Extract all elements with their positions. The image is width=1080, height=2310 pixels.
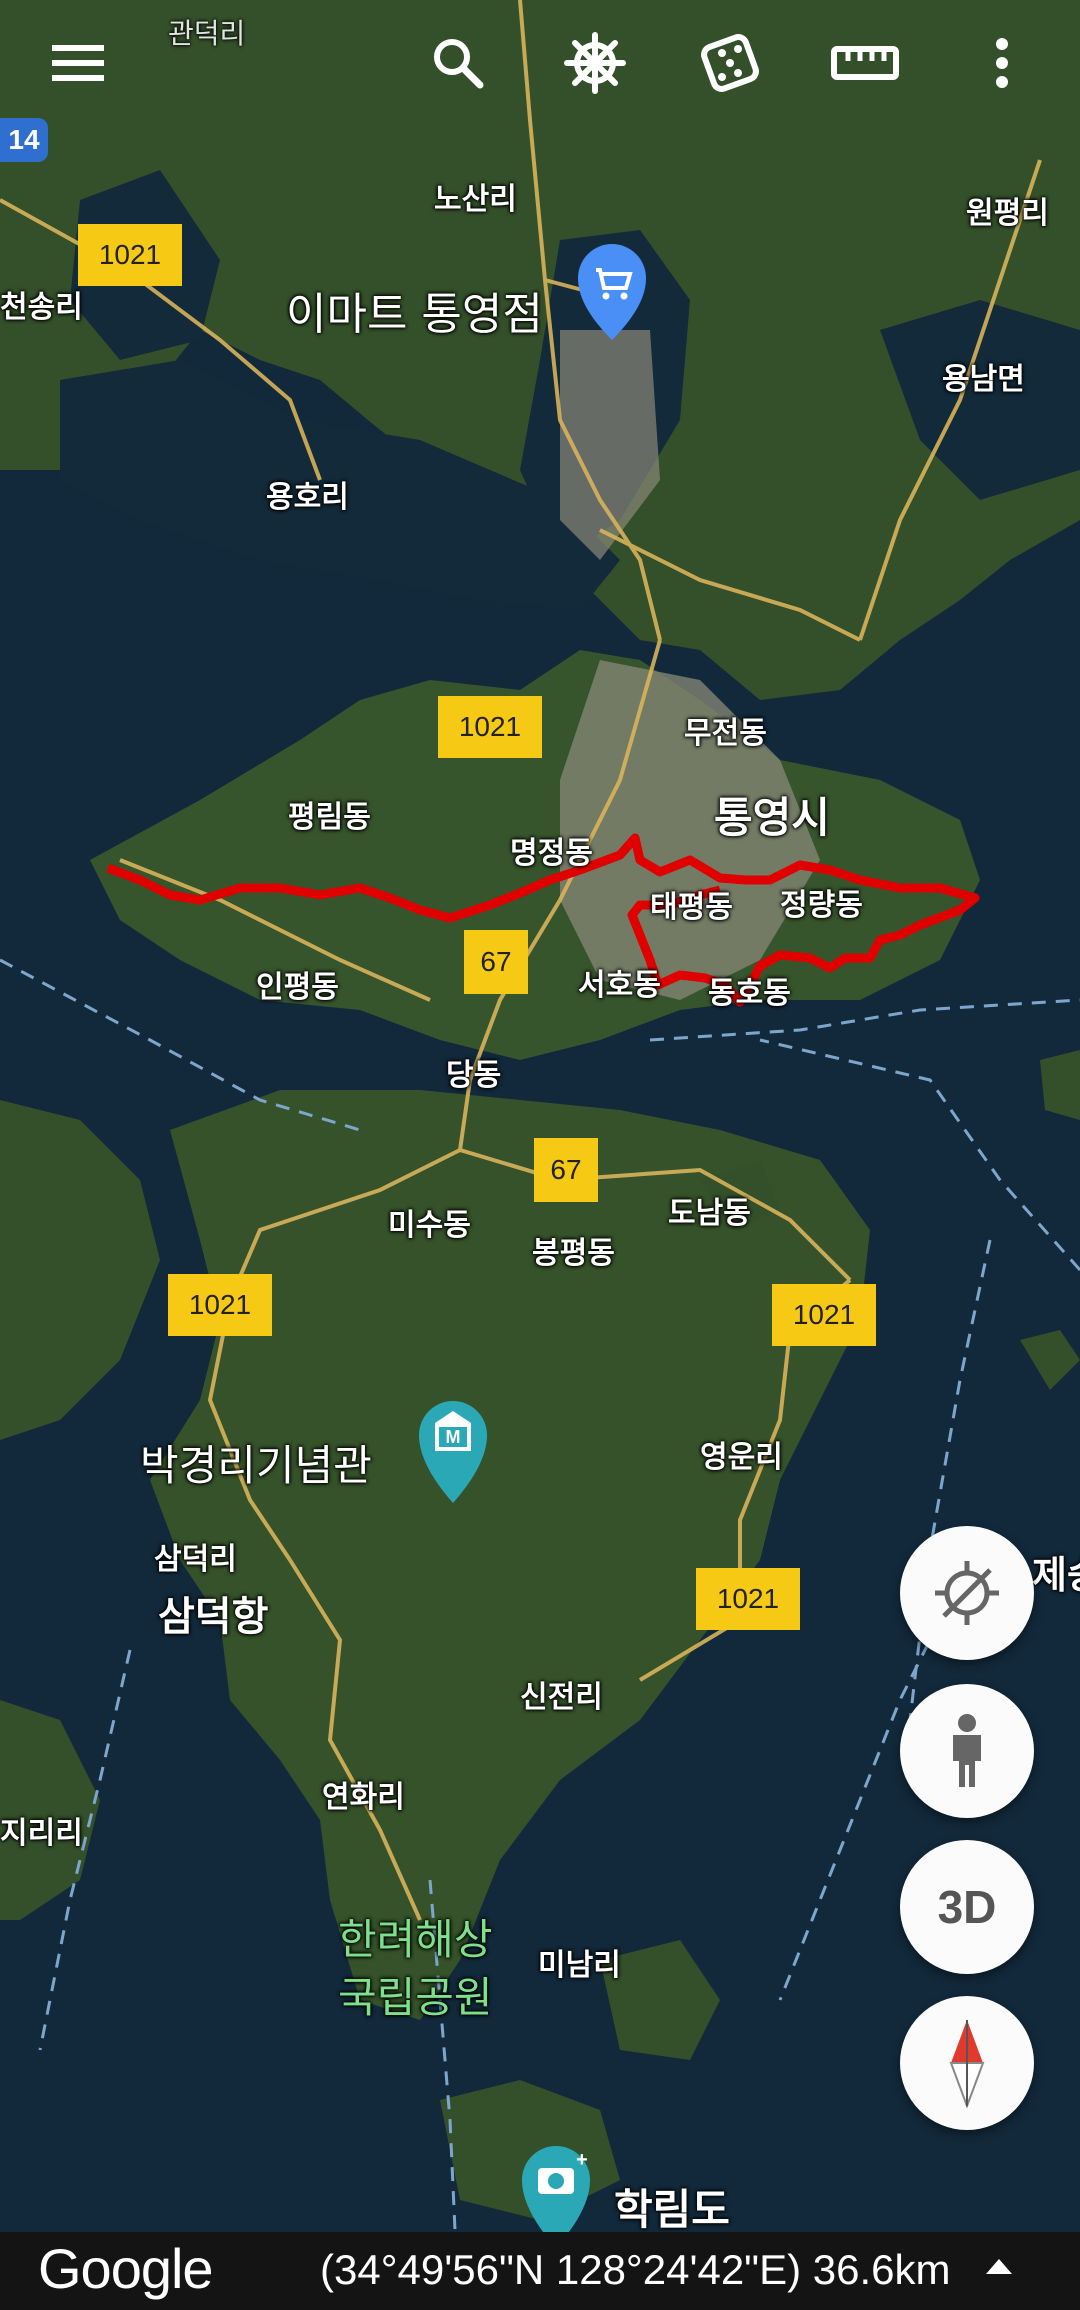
more-options-button[interactable]: [952, 18, 1052, 108]
road-shield: 67: [464, 930, 528, 994]
triangle-up-icon: [986, 2259, 1012, 2274]
place-label: 학림도: [614, 2185, 730, 2234]
place-label: 미수동: [388, 1208, 471, 1243]
place-label: 평림동: [288, 800, 371, 835]
national-park-label: 국립공원: [338, 1973, 493, 2022]
place-label: 봉평동: [532, 1236, 615, 1271]
place-label: 영운리: [700, 1440, 783, 1475]
place-label: 당동: [446, 1058, 502, 1093]
place-label: 서호동: [578, 968, 661, 1003]
place-label: 무전동: [684, 716, 767, 751]
national-park-label: 한려해상: [338, 1915, 493, 1964]
place-label: 원평리: [966, 196, 1049, 231]
helm-icon: [564, 32, 626, 94]
expand-status-button[interactable]: [984, 2256, 1014, 2280]
google-logo: Google: [38, 2237, 214, 2300]
place-label: 연화리: [322, 1780, 405, 1815]
more-vert-icon: [996, 38, 1008, 88]
place-label: 용호리: [266, 480, 349, 515]
place-label: 명정동: [510, 836, 593, 871]
place-label: 지리리: [0, 1816, 83, 1851]
road-shield: 1021: [696, 1568, 800, 1630]
coordinates-readout: (34°49'56"N 128°24'42"E) 36.6km: [320, 2246, 951, 2293]
top-toolbar: [0, 0, 1080, 130]
toggle-3d-button[interactable]: 3D: [900, 1840, 1034, 1974]
road-shield: 1021: [772, 1284, 876, 1346]
place-label: 제승: [1032, 1553, 1080, 1597]
compass-icon: [949, 2020, 985, 2108]
place-label: 삼덕항: [158, 1594, 269, 1640]
place-label: 노산리: [434, 182, 517, 217]
emart-label[interactable]: 이마트 통영점: [286, 278, 543, 342]
place-label: 용남면: [942, 362, 1025, 397]
compass-button[interactable]: [900, 1996, 1034, 2130]
location-off-icon: [935, 1561, 999, 1625]
place-label: 도남동: [668, 1196, 751, 1231]
place-label: 미남리: [538, 1948, 621, 1983]
road-shield: 1021: [438, 696, 542, 758]
road-shield: 67: [534, 1138, 598, 1202]
street-view-button[interactable]: [900, 1684, 1034, 1818]
random-place-button[interactable]: [680, 18, 780, 108]
place-label: 삼덕리: [154, 1542, 237, 1577]
place-label: 정량동: [780, 888, 863, 923]
road-shield: 1021: [168, 1274, 272, 1336]
svg-text:M: M: [446, 1427, 461, 1447]
place-label: 동호동: [708, 976, 791, 1011]
svg-text:+: +: [576, 2149, 588, 2171]
place-label: 통영시: [714, 793, 830, 842]
place-label: 신전리: [520, 1680, 603, 1715]
island-3: [1040, 1050, 1080, 1120]
pegman-icon: [953, 1714, 981, 1787]
menu-button[interactable]: [28, 18, 128, 108]
museum-label[interactable]: 박경리기념관: [140, 1432, 372, 1493]
search-icon: [434, 39, 484, 89]
place-label: 천송리: [0, 290, 83, 325]
measure-button[interactable]: [815, 18, 915, 108]
menu-icon: [52, 45, 104, 81]
ruler-icon: [831, 46, 899, 80]
dice-icon: [701, 34, 759, 92]
my-location-button[interactable]: [900, 1526, 1034, 1660]
place-label: 태평동: [650, 890, 733, 925]
road-shield: 1021: [78, 224, 182, 286]
voyager-button[interactable]: [545, 18, 645, 108]
search-button[interactable]: [408, 18, 508, 108]
place-label: 인평동: [256, 970, 339, 1005]
